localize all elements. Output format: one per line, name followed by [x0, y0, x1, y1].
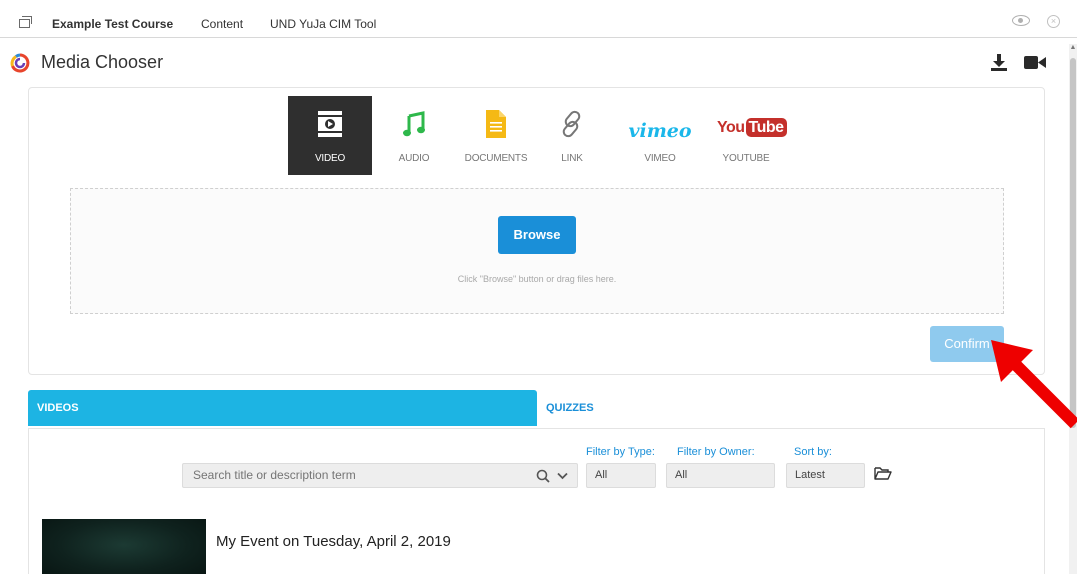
tab-audio-label: AUDIO	[398, 153, 430, 164]
sort-label: Sort by:	[794, 446, 832, 458]
vimeo-logo: vimeo	[628, 120, 692, 142]
red-arrow-annotation	[991, 340, 1077, 429]
browse-button[interactable]: Browse	[498, 216, 576, 254]
video-icon	[318, 111, 342, 137]
media-thumbnail[interactable]	[42, 519, 206, 574]
tab-link[interactable]: LINK	[530, 96, 614, 175]
yuja-logo-icon	[10, 53, 30, 73]
folder-open-icon[interactable]	[874, 466, 892, 481]
page-title: Media Chooser	[41, 52, 164, 72]
breadcrumb-course[interactable]: Example Test Course	[52, 17, 173, 31]
filter-owner-select[interactable]: All	[666, 463, 775, 488]
tab-youtube-label: YOUTUBE	[722, 153, 770, 164]
document-icon	[486, 110, 506, 138]
search-input[interactable]	[193, 468, 523, 482]
breadcrumb-tool: UND YuJa CIM Tool	[270, 17, 377, 31]
tab-documents-label: DOCUMENTS	[464, 153, 528, 164]
filter-type-select[interactable]: All	[586, 463, 656, 488]
tab-link-label: LINK	[561, 153, 583, 164]
filter-owner-label: Filter by Owner:	[677, 446, 755, 458]
tab-video[interactable]: VIDEO	[288, 96, 372, 175]
tab-vimeo-label: VIMEO	[644, 153, 676, 164]
download-icon[interactable]	[991, 53, 1007, 71]
dropzone-hint: Click "Browse" button or drag files here…	[457, 274, 617, 284]
tab-documents[interactable]: DOCUMENTS	[454, 96, 538, 175]
close-icon[interactable]: ×	[1047, 15, 1060, 28]
camera-icon[interactable]	[1024, 56, 1046, 69]
music-note-icon	[403, 111, 425, 137]
tab-youtube[interactable]: You Tube YOUTUBE	[704, 96, 788, 175]
tab-quizzes[interactable]: QUIZZES	[546, 390, 594, 426]
top-bar: Example Test Course Content UND YuJa CIM…	[0, 0, 1077, 38]
youtube-logo: You Tube	[717, 118, 787, 137]
breadcrumb-content[interactable]: Content	[201, 17, 243, 31]
media-title[interactable]: My Event on Tuesday, April 2, 2019	[216, 533, 451, 550]
youtube-logo-you: You	[717, 119, 745, 136]
tab-video-label: VIDEO	[314, 153, 346, 164]
tab-videos[interactable]: VIDEOS	[28, 390, 537, 426]
link-icon	[562, 110, 581, 138]
scroll-up-arrow[interactable]: ▲	[1069, 44, 1077, 54]
popout-window-icon[interactable]	[19, 16, 32, 28]
tab-audio[interactable]: AUDIO	[372, 96, 456, 175]
eye-icon[interactable]	[1012, 15, 1030, 26]
tab-vimeo[interactable]: vimeo VIMEO	[618, 96, 702, 175]
scrollbar[interactable]	[1069, 44, 1077, 574]
chevron-down-icon[interactable]	[557, 472, 568, 480]
sort-select[interactable]: Latest	[786, 463, 865, 488]
filter-type-label: Filter by Type:	[586, 446, 655, 458]
youtube-logo-tube: Tube	[745, 118, 787, 137]
search-icon[interactable]	[536, 469, 550, 483]
